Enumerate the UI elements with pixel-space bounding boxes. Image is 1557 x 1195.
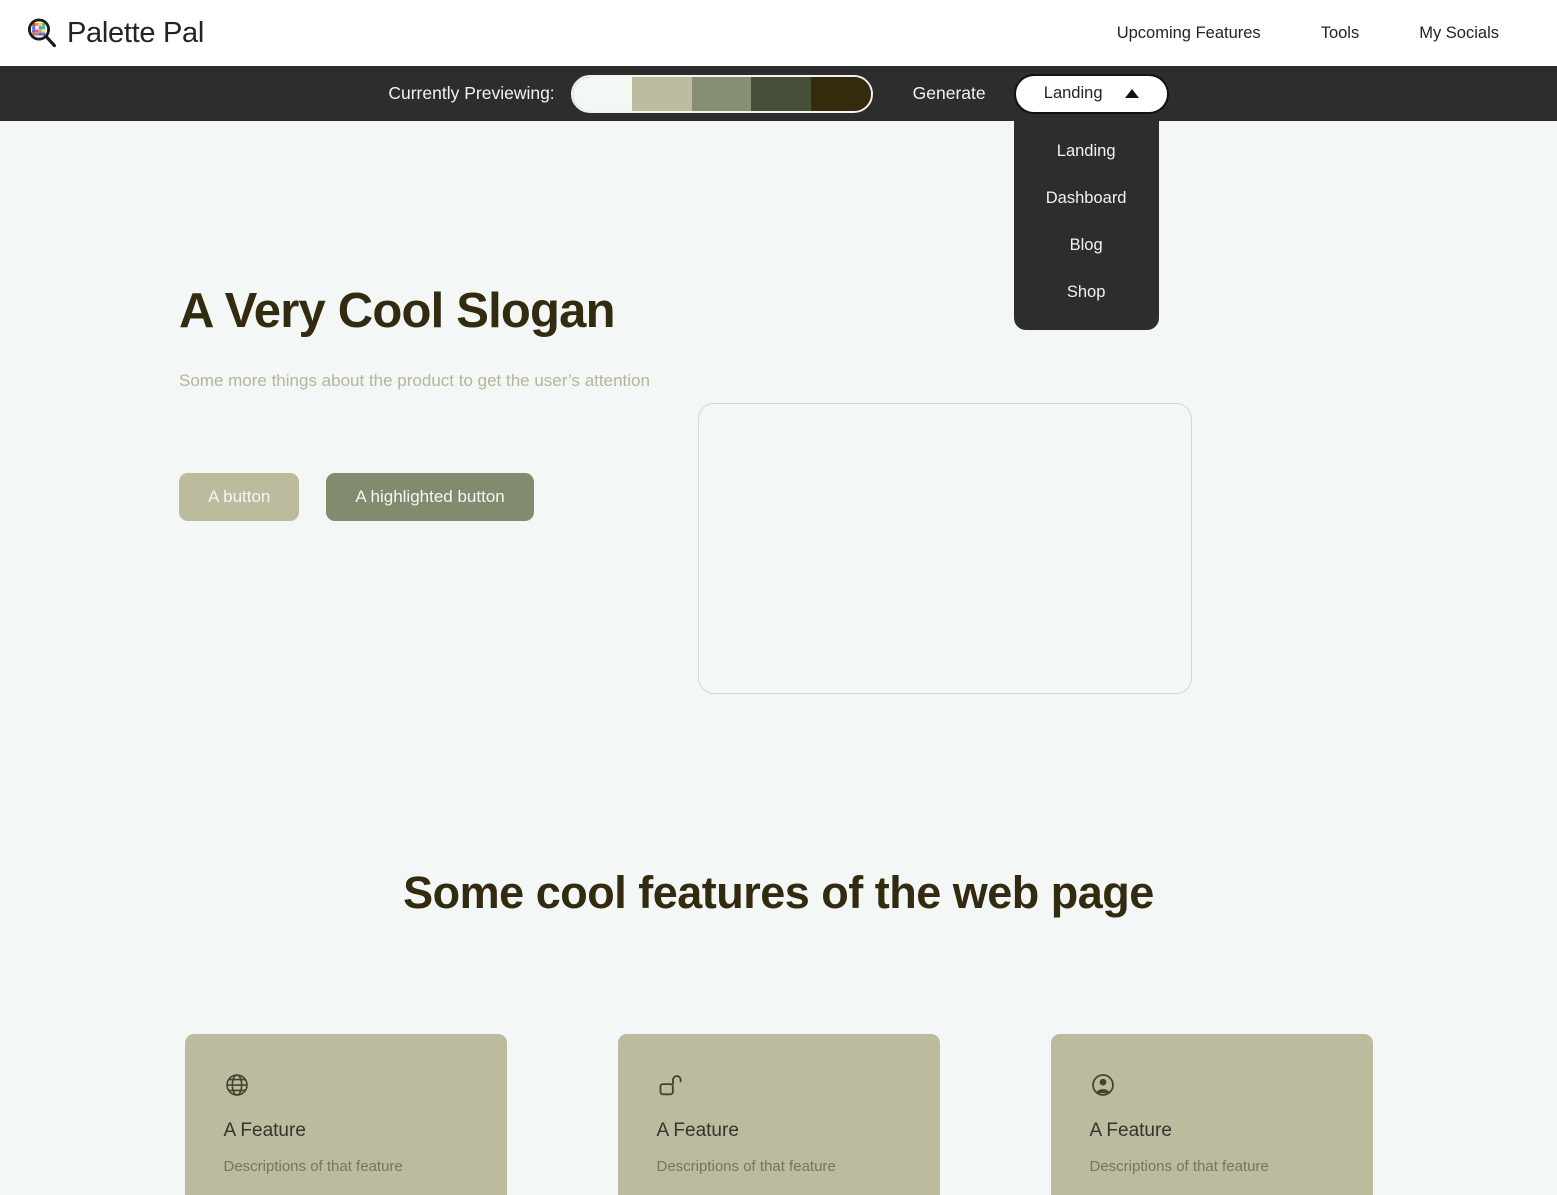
- palette-magnifier-icon: [26, 17, 58, 49]
- globe-icon: [224, 1072, 250, 1098]
- dropdown-item-shop[interactable]: Shop: [1014, 269, 1159, 316]
- dropdown-item-dashboard[interactable]: Dashboard: [1014, 175, 1159, 222]
- feature-description: Descriptions of that feature: [656, 1158, 836, 1175]
- caret-up-icon: [1124, 89, 1139, 98]
- nav-link-my-socials[interactable]: My Socials: [1419, 24, 1499, 43]
- preview-toolbar: Currently Previewing: Generate Landing D…: [0, 66, 1557, 330]
- hero-plain-button[interactable]: A button: [179, 473, 300, 522]
- feature-description: Descriptions of that feature: [1089, 1158, 1269, 1175]
- page-select-dropdown-menu: Landing Dashboard Blog Shop: [1013, 93, 1159, 330]
- feature-card[interactable]: A Feature Descriptions of that feature: [617, 1034, 940, 1195]
- palette-swatch-5[interactable]: [811, 76, 871, 111]
- brand-name: Palette Pal: [67, 16, 204, 49]
- dropdown-item-landing[interactable]: Landing: [1014, 128, 1159, 175]
- hero-media: [698, 286, 1192, 694]
- hero-title: A Very Cool Slogan: [179, 284, 616, 338]
- generate-button[interactable]: Generate: [913, 83, 986, 104]
- user-circle-icon: [1090, 1072, 1116, 1098]
- feature-title: A Feature: [223, 1120, 306, 1141]
- hero-copy: A Very Cool Slogan Some more things abou…: [0, 284, 668, 522]
- palette-swatch-4[interactable]: [751, 76, 812, 111]
- palette-preview-strip[interactable]: [570, 74, 873, 113]
- palette-swatch-2[interactable]: [632, 76, 692, 111]
- hero-media-panel: [698, 403, 1192, 694]
- primary-nav: Upcoming Features Tools My Socials: [1117, 24, 1499, 43]
- feature-description: Descriptions of that feature: [223, 1158, 403, 1175]
- feature-card[interactable]: A Feature Descriptions of that feature: [184, 1034, 507, 1195]
- feature-card[interactable]: A Feature Descriptions of that feature: [1050, 1034, 1373, 1195]
- palette-swatch-1[interactable]: [572, 76, 633, 111]
- site-header: Palette Pal Upcoming Features Tools My S…: [0, 0, 1557, 66]
- brand[interactable]: Palette Pal: [26, 17, 204, 49]
- features-section: Some cool features of the web page A Fea…: [0, 867, 1557, 1195]
- feature-title: A Feature: [1089, 1120, 1172, 1141]
- feature-card-grid: A Feature Descriptions of that feature A…: [0, 1034, 1557, 1195]
- features-heading: Some cool features of the web page: [403, 867, 1154, 918]
- hero-highlighted-button[interactable]: A highlighted button: [326, 473, 534, 522]
- page-select-value: Landing: [1043, 84, 1103, 102]
- palette-swatch-3[interactable]: [691, 76, 752, 111]
- page-select-button[interactable]: Landing: [1013, 73, 1169, 114]
- hero-actions: A button A highlighted button: [179, 473, 668, 522]
- page-select: Landing Dashboard Blog Shop Landing: [1013, 73, 1169, 330]
- unlock-icon: [657, 1072, 683, 1098]
- dropdown-item-blog[interactable]: Blog: [1014, 222, 1159, 269]
- nav-link-tools[interactable]: Tools: [1321, 24, 1360, 43]
- nav-link-upcoming-features[interactable]: Upcoming Features: [1117, 24, 1261, 43]
- hero-subtitle: Some more things about the product to ge…: [179, 371, 650, 391]
- currently-previewing-label: Currently Previewing:: [388, 83, 555, 103]
- hero-section: A Very Cool Slogan Some more things abou…: [0, 121, 1557, 694]
- feature-title: A Feature: [656, 1120, 739, 1141]
